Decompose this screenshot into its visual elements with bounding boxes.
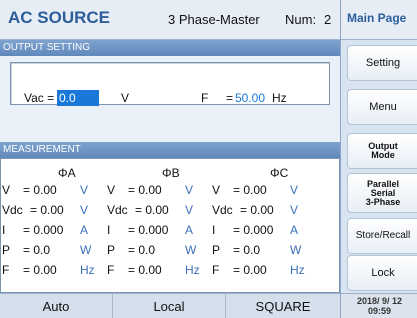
phase-header-1: ΦB <box>162 166 180 180</box>
output-mode-button[interactable]: Output Mode <box>347 133 417 169</box>
measurement-label: I <box>107 223 111 237</box>
measurement-unit: W <box>290 243 302 257</box>
measurement-value: = 0.00 <box>240 203 274 217</box>
measurement-unit: V <box>290 203 299 217</box>
measurement-unit: W <box>185 243 197 257</box>
measurement-header: MEASUREMENT <box>0 142 340 158</box>
app-title: AC SOURCE <box>8 8 111 27</box>
output-setting-header: OUTPUT SETTING <box>0 40 340 56</box>
measurement-value: = 0.00 <box>23 263 57 277</box>
menu-button[interactable]: Menu <box>347 89 417 125</box>
phase-header-2: ΦC <box>270 166 289 180</box>
ac-source-screen: AC SOURCE 3 Phase-Master Num: 2 OUTPUT S… <box>0 0 417 318</box>
measurement-unit: V <box>290 183 299 197</box>
unit-number-value: 2 <box>324 12 332 27</box>
measurement-label: Vdc <box>107 203 128 217</box>
measurement-label: P <box>107 243 116 257</box>
measurement-label: F <box>212 263 220 277</box>
vac-unit: V <box>121 91 130 105</box>
parallel-serial-3phase-button[interactable]: Parallel Serial 3-Phase <box>347 173 417 213</box>
measurement-unit: Hz <box>290 263 305 277</box>
auto-status: Auto <box>0 294 113 318</box>
measurement-unit: A <box>290 223 299 237</box>
measurement-value: = 0.00 <box>23 183 57 197</box>
local-status: Local <box>113 294 226 318</box>
measurement-unit: A <box>185 223 194 237</box>
measurement-value: = 0.000 <box>23 223 64 237</box>
measurement-label: I <box>2 223 6 237</box>
side-menu: Main Page Setting Menu Output Mode Paral… <box>340 0 417 318</box>
measurement-value: = 0.00 <box>30 203 64 217</box>
menu-title: Main Page <box>341 0 417 40</box>
frequency-unit: Hz <box>272 91 287 105</box>
date-time: 2018/ 9/ 12 09:59 <box>341 293 417 318</box>
measurement-unit: Hz <box>80 263 95 277</box>
store-recall-button[interactable]: Store/Recall <box>347 218 417 254</box>
measurement-label: I <box>212 223 216 237</box>
lock-button[interactable]: Lock <box>347 255 417 291</box>
frequency-label: F <box>201 91 209 105</box>
measurement-label: V <box>107 183 116 197</box>
measurement-label: V <box>2 183 11 197</box>
measurement-label: P <box>2 243 11 257</box>
header-bar: AC SOURCE 3 Phase-Master Num: 2 <box>0 0 340 40</box>
vac-label: Vac = <box>24 91 55 105</box>
measurement-unit: V <box>185 203 194 217</box>
measurement-label: V <box>212 183 221 197</box>
measurement-value: = 0.0 <box>128 243 156 257</box>
measurement-value: = 0.00 <box>233 183 267 197</box>
measurement-label: Vdc <box>2 203 23 217</box>
frequency-equals: = <box>226 91 234 105</box>
measurement-value: = 0.0 <box>23 243 51 257</box>
phase-header-0: ΦA <box>58 166 76 180</box>
status-bar: Auto Local SQUARE <box>0 293 340 318</box>
phase-mode: 3 Phase-Master <box>168 12 260 27</box>
measurement-value: = 0.00 <box>135 203 169 217</box>
measurement-unit: A <box>80 223 89 237</box>
unit-number-label: Num: <box>285 12 317 27</box>
measurement-unit: V <box>80 183 89 197</box>
setting-button[interactable]: Setting <box>347 45 417 81</box>
measurement-unit: Hz <box>185 263 200 277</box>
measurement-value: = 0.00 <box>128 183 162 197</box>
measurement-value: = 0.000 <box>128 223 169 237</box>
waveform-status: SQUARE <box>255 299 311 314</box>
measurement-label: F <box>107 263 115 277</box>
measurement-value: = 0.0 <box>233 243 261 257</box>
frequency-input[interactable]: 50.00 <box>235 91 265 105</box>
measurement-unit: V <box>185 183 194 197</box>
measurement-value: = 0.00 <box>128 263 162 277</box>
measurement-unit: V <box>80 203 89 217</box>
measurement-label: Vdc <box>212 203 233 217</box>
measurement-unit: W <box>80 243 92 257</box>
measurement-value: = 0.000 <box>233 223 274 237</box>
measurement-label: P <box>212 243 221 257</box>
measurement-value: = 0.00 <box>233 263 267 277</box>
measurement-label: F <box>2 263 10 277</box>
vac-input[interactable]: 0.0 <box>57 90 99 106</box>
